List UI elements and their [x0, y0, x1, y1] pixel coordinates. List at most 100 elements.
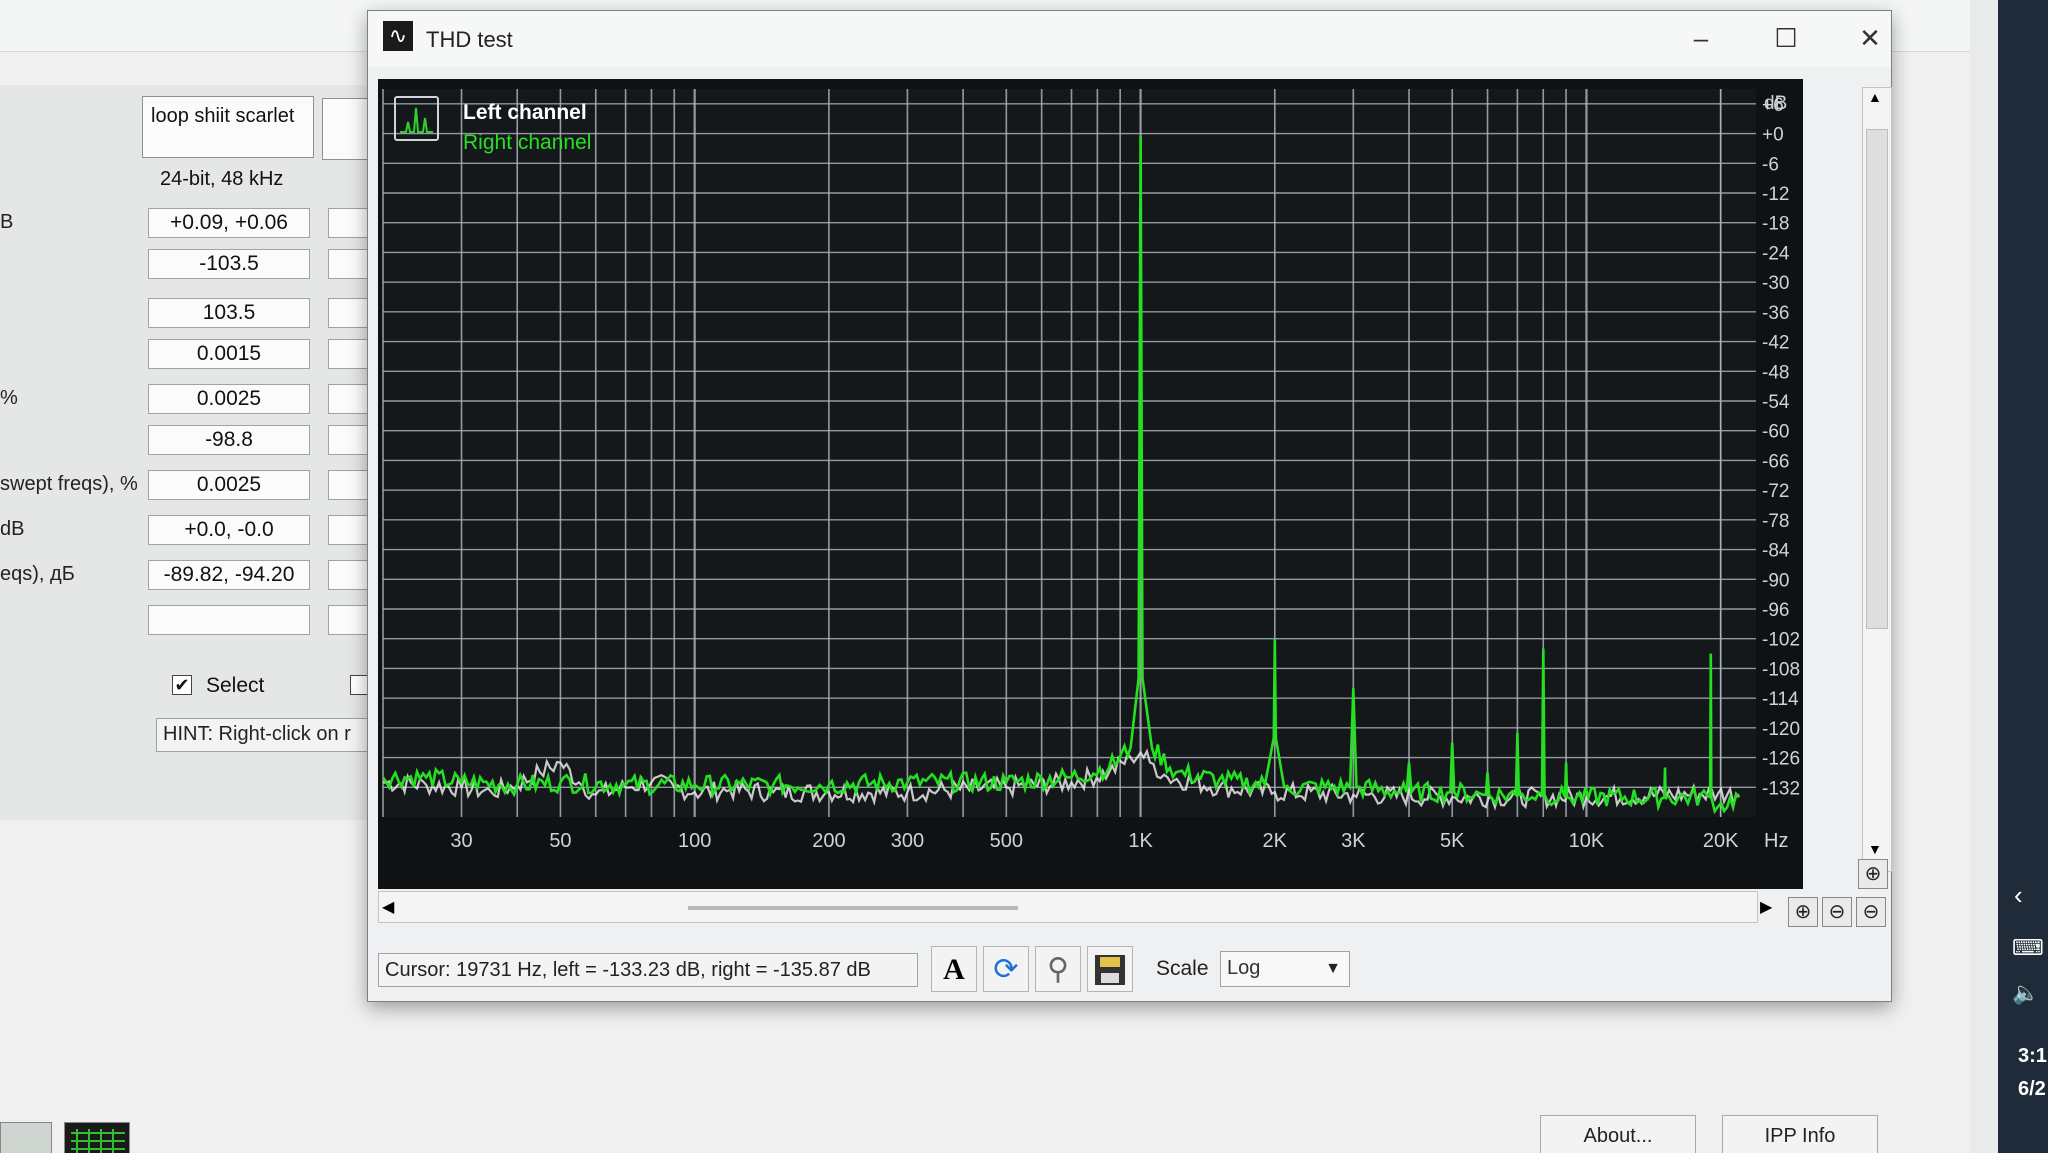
save-icon[interactable] — [1087, 946, 1133, 992]
spectrum-legend-icon[interactable] — [394, 96, 439, 141]
close-icon[interactable]: ✕ — [1850, 21, 1890, 55]
x-tick-label: 2K — [1263, 830, 1288, 852]
spectrum-plot[interactable]: +6 +0 -6 -12 -18 -24 -30 -36 -42 -48 -54 -60 -66 -72-… — [378, 79, 1803, 889]
screenshot-stage: loop shiit scarlet 24-bit, 48 kHz B +0.09… — [0, 0, 2048, 1153]
device-selector-button-2[interactable] — [322, 98, 370, 160]
x-tick-label: 1K — [1128, 830, 1153, 852]
device-selector-button[interactable]: loop shiit scarlet — [142, 96, 314, 158]
result-value-field: 0.0025 — [148, 384, 310, 414]
select-label: Select — [206, 674, 265, 697]
scale-label: Scale — [1156, 957, 1209, 980]
result-value-field — [148, 605, 310, 635]
y-tick-label: -42 — [1762, 333, 1789, 354]
y-tick-label: -84 — [1762, 541, 1790, 562]
result-value-field-2 — [328, 298, 368, 328]
result-value-field-2 — [328, 384, 368, 414]
chevron-down-icon: ▼ — [1325, 960, 1341, 977]
result-label: eqs), дБ — [0, 563, 75, 585]
result-value-field: 103.5 — [148, 298, 310, 328]
settings-wrench-icon[interactable]: ⚲ — [1035, 946, 1081, 992]
y-tick-label: -66 — [1762, 451, 1789, 472]
result-value-field-2 — [328, 605, 368, 635]
y-tick-label: -72 — [1762, 481, 1789, 502]
scroll-right-icon[interactable]: ▶ — [1760, 897, 1772, 917]
ipp-info-button[interactable]: IPP Info — [1722, 1115, 1878, 1153]
zoom-out-icon[interactable]: ⊖ — [1822, 897, 1852, 927]
y-tick-label: -6 — [1762, 154, 1779, 175]
spectrum-chart-svg: +6+0-6-12-18-24-30-36-42-48-54-60-66-72-… — [378, 79, 1803, 889]
cursor-readout: Cursor: 19731 Hz, left = -133.23 dB, rig… — [378, 953, 918, 987]
hint-text: HINT: Right-click on r — [156, 718, 370, 752]
zoom-reset-icon[interactable]: ⊖ — [1856, 897, 1886, 927]
x-tick-label: 20K — [1703, 830, 1739, 852]
result-label: dB — [0, 518, 25, 540]
y-tick-label: -132 — [1762, 778, 1800, 799]
spectrum-thumbnail-icon[interactable] — [64, 1122, 130, 1153]
legend-right-channel: Right channel — [463, 131, 592, 154]
x-tick-label: 30 — [450, 830, 472, 852]
zoom-in-icon[interactable]: ⊕ — [1788, 897, 1818, 927]
y-tick-label: -126 — [1762, 749, 1800, 770]
y-tick-label: -90 — [1762, 570, 1789, 591]
y-tick-label: -24 — [1762, 243, 1790, 264]
font-icon[interactable]: A — [931, 946, 977, 992]
scale-value: Log — [1227, 957, 1261, 979]
scale-dropdown[interactable]: Log ▼ — [1220, 951, 1350, 987]
about-button[interactable]: About... — [1540, 1115, 1696, 1153]
x-tick-label: 100 — [678, 830, 711, 852]
speaker-icon[interactable]: 🔈 — [2012, 980, 2039, 1006]
y-tick-label: -30 — [1762, 273, 1789, 294]
scroll-down-icon[interactable]: ▼ — [1868, 841, 1882, 857]
y-tick-label: +0 — [1762, 125, 1784, 146]
clock-time: 3:1 — [2018, 1045, 2047, 1067]
vertical-zoom-icon[interactable]: ⊕ — [1858, 859, 1888, 889]
x-tick-label: 10K — [1569, 830, 1605, 852]
y-tick-label: -102 — [1762, 630, 1800, 651]
result-value-field-2 — [328, 560, 368, 590]
waveform-app-icon: ∿ — [383, 21, 413, 51]
x-tick-label: 3K — [1341, 830, 1366, 852]
scroll-up-icon[interactable]: ▲ — [1868, 89, 1882, 105]
x-tick-label: 500 — [990, 830, 1023, 852]
minimize-icon[interactable]: – — [1681, 21, 1721, 55]
result-label: B — [0, 211, 14, 233]
y-axis-unit-label: dB — [1764, 93, 1787, 114]
window-title: THD test — [426, 27, 513, 52]
clock-date: 6/2 — [2018, 1078, 2046, 1100]
bottom-tile-left[interactable] — [0, 1122, 52, 1153]
plot-area — [383, 89, 1756, 817]
result-value-field: -103.5 — [148, 249, 310, 279]
maximize-icon[interactable]: ☐ — [1766, 21, 1806, 55]
result-value-field-2 — [328, 249, 368, 279]
y-tick-label: -120 — [1762, 719, 1800, 740]
chevron-left-icon[interactable]: ‹ — [2014, 880, 2023, 911]
result-label: % — [0, 387, 18, 409]
result-value-field: +0.09, +0.06 — [148, 208, 310, 238]
result-value-field: 0.0025 — [148, 470, 310, 500]
y-tick-label: -48 — [1762, 362, 1789, 383]
result-value-field: -89.82, -94.20 — [148, 560, 310, 590]
result-value-field: +0.0, -0.0 — [148, 515, 310, 545]
result-value-field-2 — [328, 339, 368, 369]
result-value-field-2 — [328, 208, 368, 238]
x-tick-label: 200 — [812, 830, 845, 852]
thd-test-window: ∿ THD test – ☐ ✕ +6 +0 -6 -12 -18 -24 -30 -36 -4… — [367, 10, 1892, 1002]
horizontal-scroll-thumb[interactable] — [688, 906, 1018, 910]
y-tick-label: -96 — [1762, 600, 1789, 621]
x-tick-label: 50 — [549, 830, 571, 852]
y-tick-label: -54 — [1762, 392, 1790, 413]
y-tick-label: -36 — [1762, 303, 1789, 324]
result-value-field-2 — [328, 470, 368, 500]
scroll-left-icon[interactable]: ◀ — [382, 897, 394, 917]
keyboard-icon[interactable]: ⌨ — [2012, 935, 2044, 961]
vertical-scroll-thumb[interactable] — [1866, 129, 1888, 629]
result-value-field: 0.0015 — [148, 339, 310, 369]
result-label: swept freqs), % — [0, 473, 138, 495]
horizontal-scrollbar[interactable] — [378, 891, 1758, 923]
result-value-field-2 — [328, 425, 368, 455]
refresh-icon[interactable]: ⟳ — [983, 946, 1029, 992]
y-tick-label: -108 — [1762, 659, 1800, 680]
thd-titlebar[interactable]: ∿ THD test – ☐ ✕ — [368, 11, 1891, 67]
y-tick-label: -60 — [1762, 422, 1789, 443]
select-checkbox[interactable]: ✔ — [172, 675, 192, 695]
